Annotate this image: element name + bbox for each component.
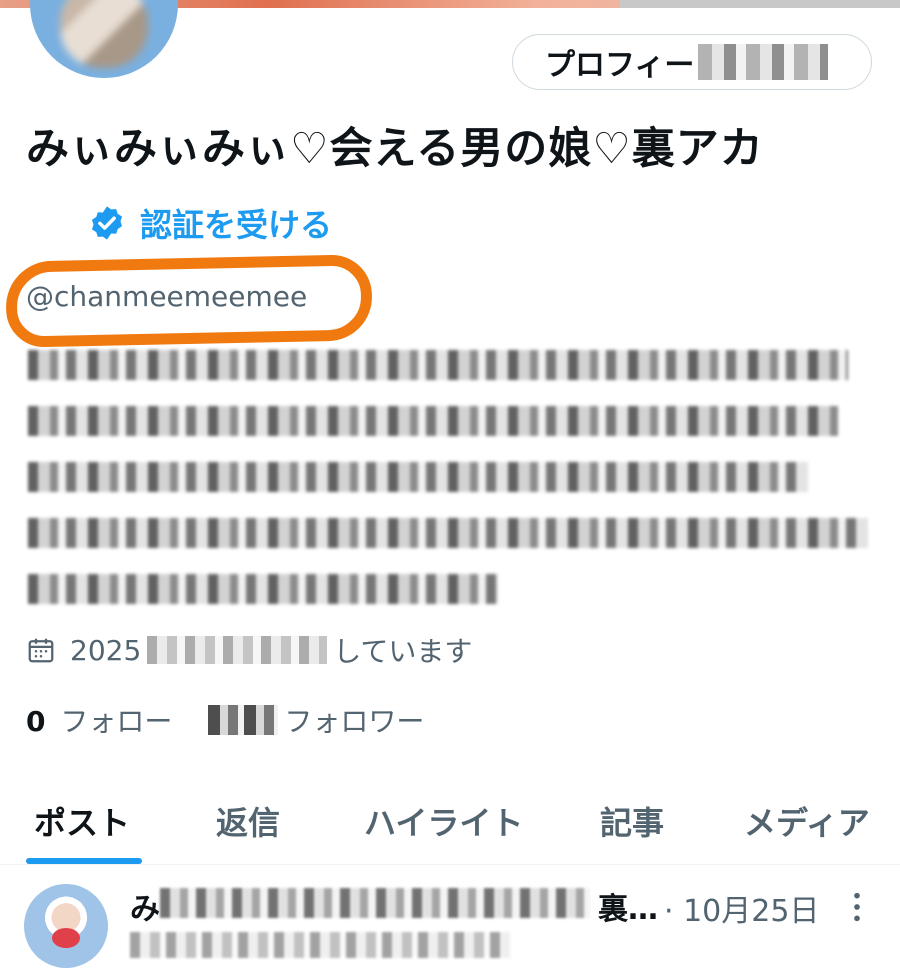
tab-articles[interactable]: 記事	[600, 798, 664, 844]
following-label: フォロー	[60, 705, 173, 738]
tab-replies[interactable]: 返信	[216, 798, 280, 844]
get-verified-link[interactable]: 認証を受ける	[88, 200, 332, 246]
tab-posts[interactable]: ポスト	[34, 798, 130, 844]
more-options-icon[interactable]	[850, 890, 864, 924]
active-tab-indicator	[26, 858, 142, 864]
followers-label: フォロワー	[284, 705, 425, 738]
post-author-mosaic	[160, 888, 590, 918]
verified-badge-icon	[91, 206, 123, 240]
joined-date-mosaic	[147, 636, 328, 664]
joined-year: 2025	[70, 633, 142, 667]
tab-media[interactable]: メディア	[744, 798, 870, 844]
post-item[interactable]: み 裏… · 10月25日	[0, 870, 900, 968]
bio-line	[28, 574, 498, 604]
edit-profile-label: プロフィー	[545, 48, 695, 83]
joined-date: 2025 しています	[26, 630, 472, 670]
bio-line	[28, 518, 868, 548]
post-author-suffix: 裏…	[598, 892, 658, 927]
follow-stats: 0 フォロー フォロワー	[26, 700, 424, 740]
edit-profile-label-mosaic	[698, 44, 829, 80]
profile-avatar[interactable]	[30, 0, 178, 78]
following-link[interactable]: 0 フォロー	[26, 700, 172, 740]
post-author-prefix: み	[130, 892, 160, 927]
post-avatar[interactable]	[24, 884, 108, 968]
post-text-mosaic	[130, 932, 510, 958]
joined-suffix: しています	[333, 635, 473, 668]
avatar-image-blurred	[60, 0, 148, 68]
bio-mosaic	[28, 350, 868, 630]
bio-line	[28, 462, 808, 492]
post-date[interactable]: · 10月25日	[664, 886, 819, 930]
following-count: 0	[26, 705, 46, 738]
followers-count-mosaic	[208, 705, 279, 735]
followers-link[interactable]: フォロワー	[278, 700, 424, 740]
profile-tabs: ポスト 返信 ハイライト 記事 メディア	[0, 780, 900, 865]
edit-profile-button[interactable]: プロフィー	[512, 34, 872, 90]
tab-highlights[interactable]: ハイライト	[364, 798, 523, 844]
user-handle: @chanmeemeemee	[26, 280, 308, 313]
bio-line	[28, 406, 838, 436]
display-name: みぃみぃみぃ♡会える男の娘♡裏アカ	[26, 124, 764, 174]
get-verified-label: 認証を受ける	[140, 206, 333, 244]
bio-line	[28, 350, 848, 380]
calendar-icon	[28, 638, 54, 663]
